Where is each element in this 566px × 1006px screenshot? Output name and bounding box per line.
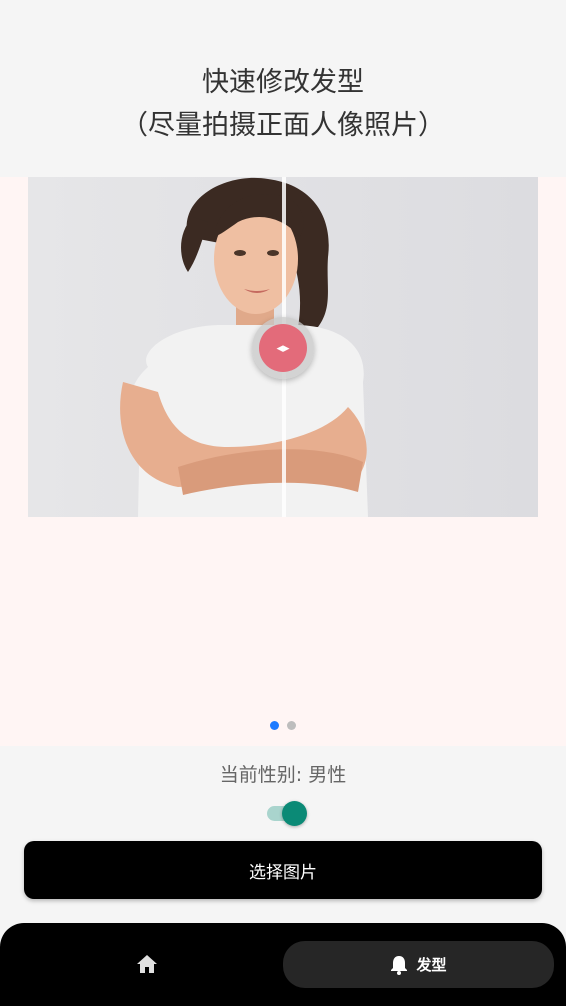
bottom-navigation: 发型	[0, 923, 566, 1006]
before-after-photo[interactable]: ◂▸	[28, 177, 538, 517]
carousel-indicator	[0, 721, 566, 733]
image-carousel[interactable]: ◂▸	[0, 177, 566, 746]
home-icon	[137, 955, 157, 973]
nav-home[interactable]	[120, 949, 174, 979]
left-right-arrows-icon[interactable]: ◂▸	[259, 324, 307, 372]
carousel-dot-1[interactable]	[270, 721, 279, 730]
bell-icon	[391, 955, 408, 975]
page-subtitle: （尽量拍摄正面人像照片）	[121, 110, 445, 141]
header: 快速修改发型 （尽量拍摄正面人像照片）	[0, 0, 566, 177]
carousel-dot-2[interactable]	[287, 721, 296, 730]
nav-hairstyle[interactable]: 发型	[283, 941, 554, 988]
page-title: 快速修改发型	[202, 67, 364, 98]
select-image-button[interactable]: 选择图片	[24, 841, 542, 899]
compare-handle[interactable]: ◂▸	[252, 317, 314, 379]
toggle-thumb	[282, 801, 307, 826]
gender-label: 当前性别: 男性	[219, 764, 347, 786]
nav-hairstyle-label: 发型	[416, 956, 447, 974]
gender-toggle[interactable]	[267, 800, 309, 826]
